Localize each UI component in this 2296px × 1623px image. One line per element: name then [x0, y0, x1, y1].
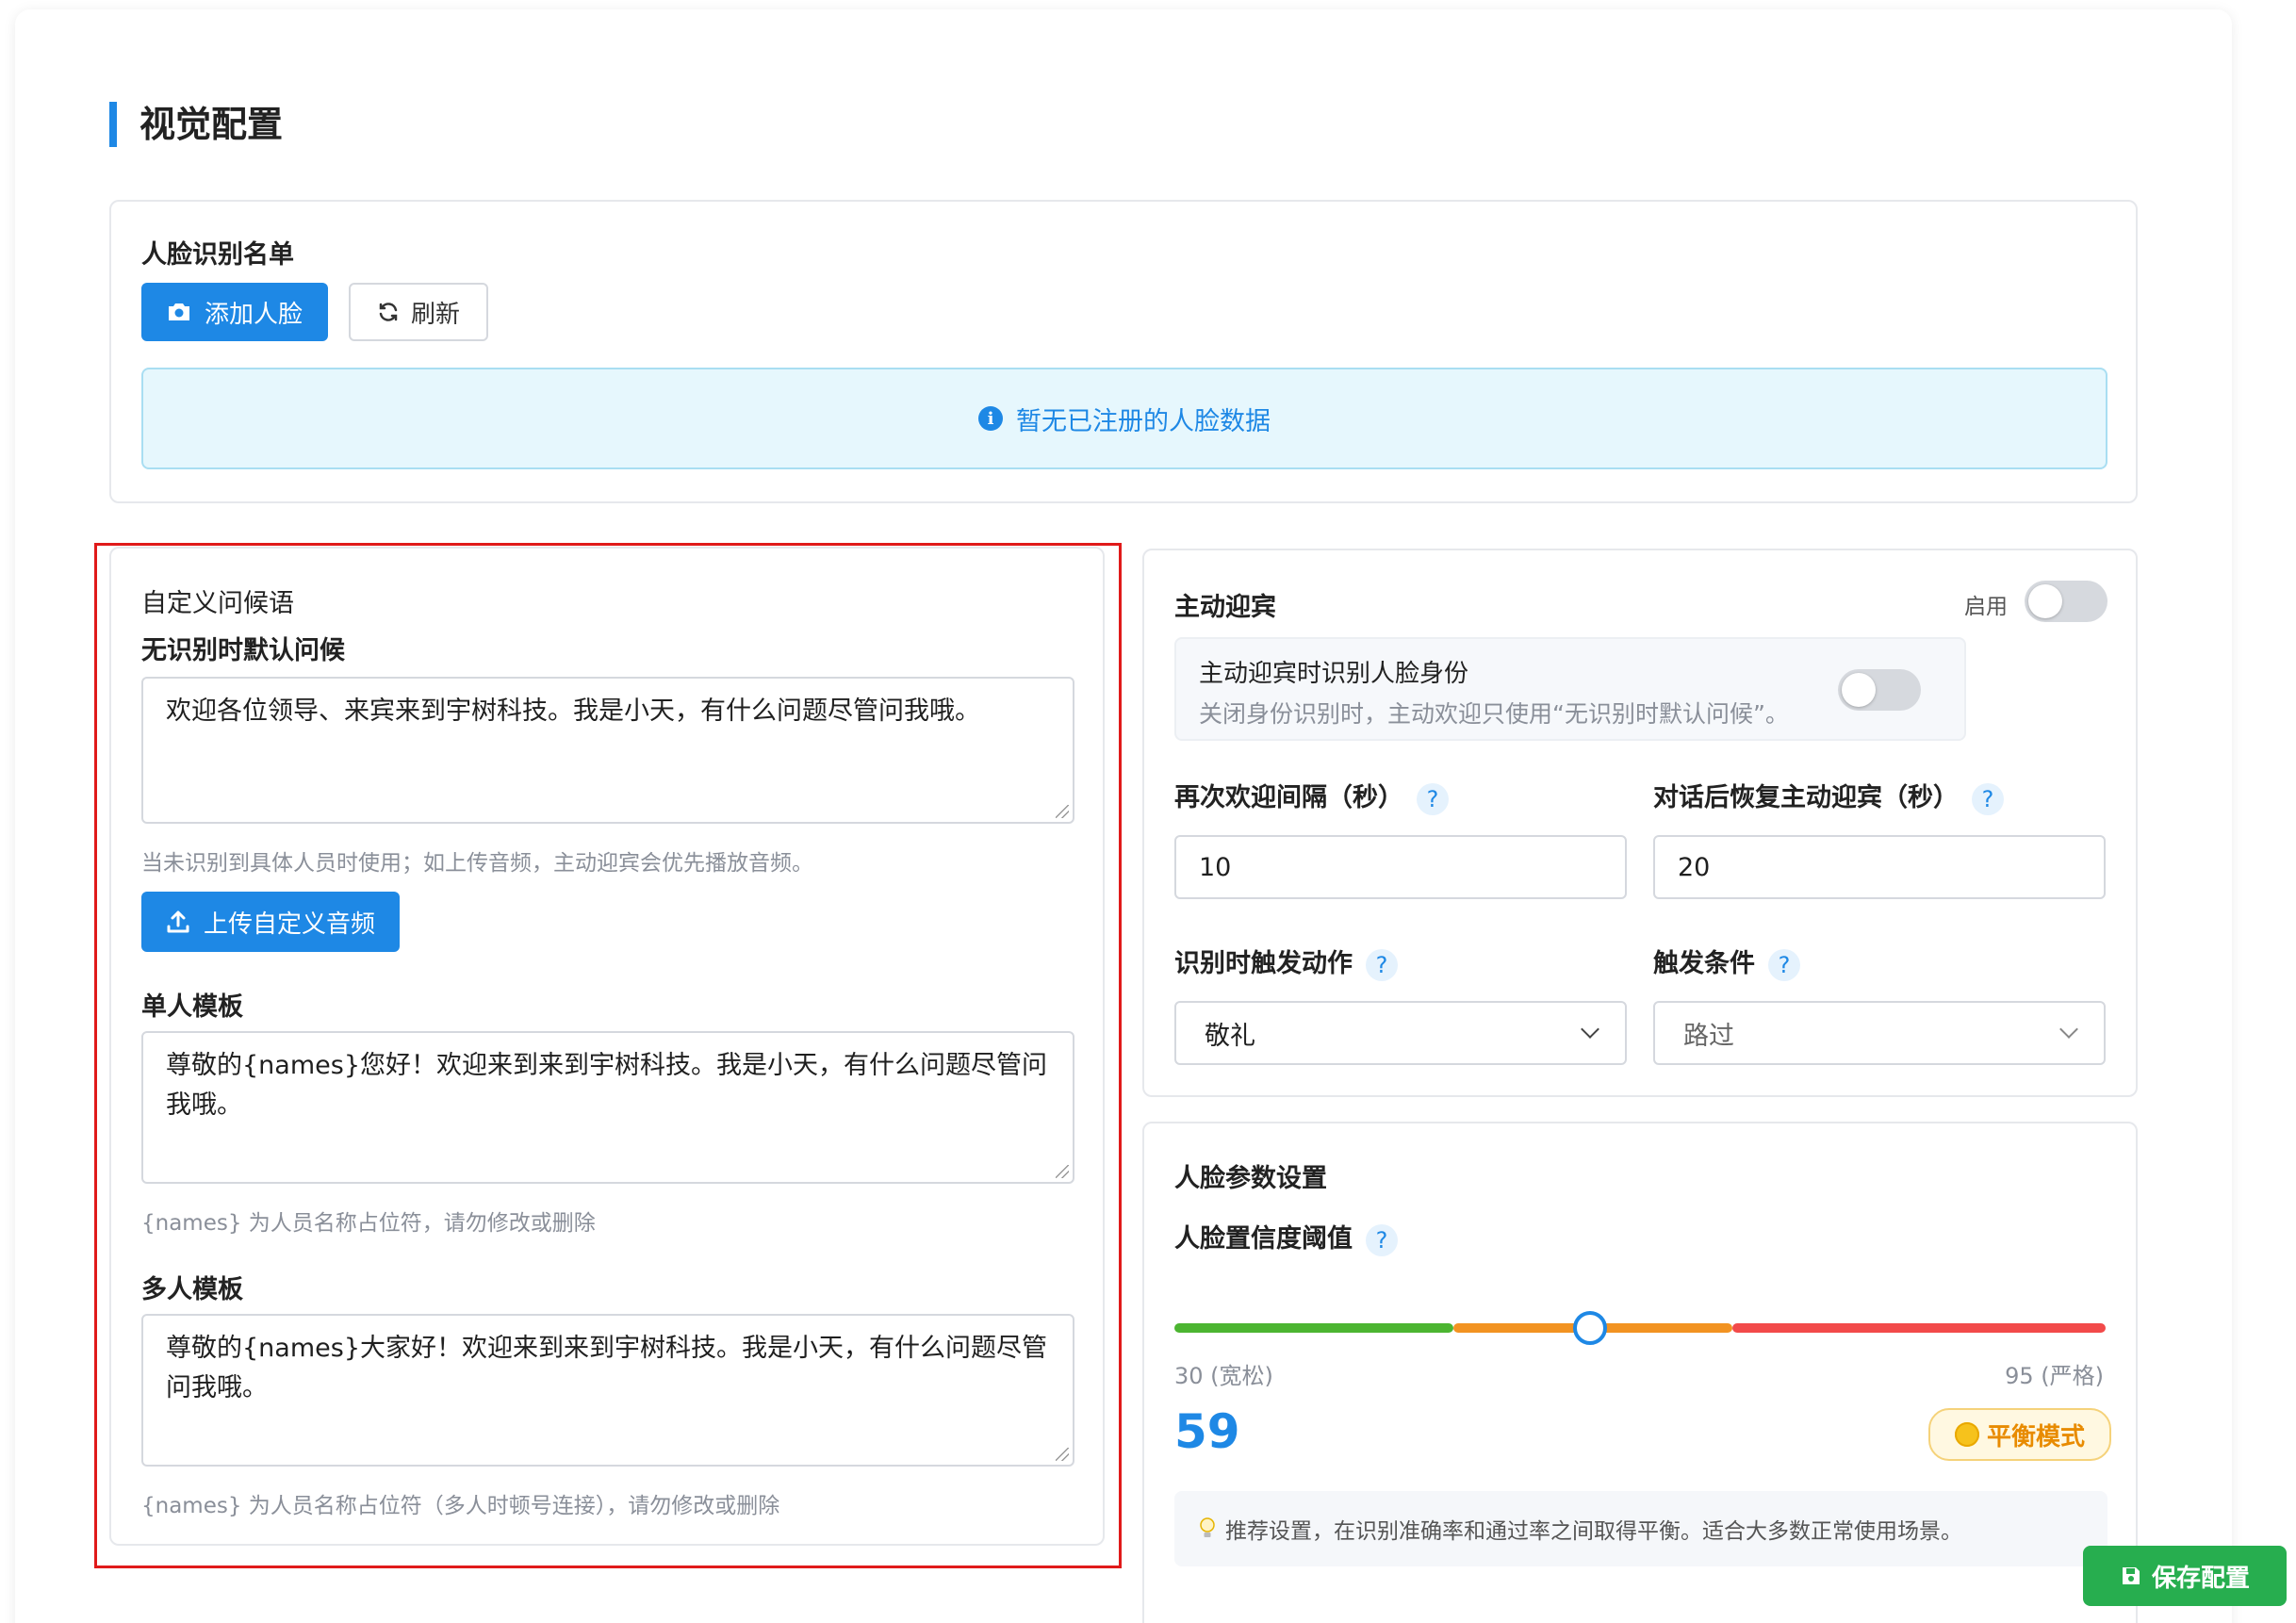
save-config-label: 保存配置	[2151, 1564, 2250, 1593]
add-face-button[interactable]: 添加人脸	[141, 283, 328, 341]
resize-handle[interactable]	[1056, 805, 1069, 818]
tip-box: 推荐设置，在识别准确率和通过率之间取得平衡。适合大多数正常使用场景。	[1174, 1491, 2107, 1566]
interval-value: 10	[1199, 852, 1232, 882]
face-list-card: 人脸识别名单 添加人脸 刷新 i 暂无已注册的人脸数据	[109, 200, 2138, 503]
identify-toggle[interactable]	[1838, 669, 1921, 711]
action-select[interactable]: 敬礼	[1174, 1001, 1627, 1065]
save-icon	[2122, 1567, 2140, 1584]
toggle-knob	[2028, 584, 2062, 618]
slider-track-high	[1732, 1323, 2106, 1333]
toggle-knob	[1842, 673, 1876, 707]
info-icon: i	[978, 406, 1003, 431]
default-greeting-text: 欢迎各位领导、来宾来到宇树科技。我是小天，有什么问题尽管问我哦。	[166, 697, 980, 726]
threshold-value: 59	[1174, 1404, 1240, 1459]
upload-audio-label: 上传自定义音频	[203, 910, 375, 939]
chevron-down-icon	[2059, 1020, 2078, 1039]
slider-track-low	[1174, 1323, 1453, 1333]
face-list-title: 人脸识别名单	[141, 240, 294, 270]
empty-notice: i 暂无已注册的人脸数据	[141, 368, 2107, 469]
default-greeting-label: 无识别时默认问候	[141, 636, 345, 665]
single-template-text: 尊敬的{names}您好！欢迎来到来到宇树科技。我是小天，有什么问题尽管问我哦。	[166, 1051, 1047, 1120]
action-select-value: 敬礼	[1205, 1021, 1255, 1051]
interval-label-text: 再次欢迎间隔（秒）	[1174, 783, 1403, 812]
identify-desc: 关闭身份识别时，主动欢迎只使用“无识别时默认问候”。	[1199, 700, 1789, 728]
lightbulb-icon	[1200, 1517, 1215, 1537]
slider-min-label: 30 (宽松)	[1174, 1363, 1273, 1389]
add-face-label: 添加人脸	[204, 300, 303, 329]
save-config-button[interactable]: 保存配置	[2083, 1546, 2287, 1606]
condition-select-value: 路过	[1683, 1021, 1734, 1051]
help-icon[interactable]: ?	[1366, 1223, 1398, 1256]
camera-icon	[168, 303, 189, 320]
help-icon[interactable]: ?	[1768, 948, 1800, 981]
tip-text: 推荐设置，在识别准确率和通过率之间取得平衡。适合大多数正常使用场景。	[1225, 1519, 1962, 1544]
refresh-label: 刷新	[410, 300, 460, 329]
single-template-label: 单人模板	[141, 992, 243, 1022]
resize-handle[interactable]	[1056, 1165, 1069, 1178]
empty-notice-text: 暂无已注册的人脸数据	[1016, 406, 1271, 436]
refresh-icon	[379, 303, 398, 321]
multi-template-textarea[interactable]: 尊敬的{names}大家好！欢迎来到来到宇树科技。我是小天，有什么问题尽管问我哦…	[141, 1314, 1074, 1467]
greeting-card: 自定义问候语 无识别时默认问候 欢迎各位领导、来宾来到宇树科技。我是小天，有什么…	[109, 547, 1105, 1546]
single-template-textarea[interactable]: 尊敬的{names}您好！欢迎来到来到宇树科技。我是小天，有什么问题尽管问我哦。	[141, 1031, 1074, 1184]
condition-select[interactable]: 路过	[1653, 1001, 2106, 1065]
upload-icon	[167, 910, 189, 933]
greeting-title: 自定义问候语	[141, 589, 294, 618]
default-greeting-textarea[interactable]: 欢迎各位领导、来宾来到宇树科技。我是小天，有什么问题尽管问我哦。	[141, 677, 1074, 824]
resume-label-text: 对话后恢复主动迎宾（秒）	[1653, 783, 1959, 812]
multi-template-hint: {names} 为人员名称占位符（多人时顿号连接），请勿修改或删除	[141, 1494, 780, 1518]
welcome-card: 主动迎宾 启用 主动迎宾时识别人脸身份 关闭身份识别时，主动欢迎只使用“无识别时…	[1142, 549, 2138, 1097]
resume-label: 对话后恢复主动迎宾（秒）?	[1653, 777, 2004, 815]
refresh-button[interactable]: 刷新	[349, 283, 488, 341]
mode-label: 平衡模式	[1987, 1422, 2086, 1451]
page-title: 视觉配置	[109, 102, 283, 147]
help-icon[interactable]: ?	[1417, 782, 1449, 815]
welcome-enable-toggle[interactable]	[2025, 581, 2107, 622]
upload-audio-button[interactable]: 上传自定义音频	[141, 892, 400, 952]
action-label: 识别时触发动作?	[1174, 943, 1398, 981]
help-icon[interactable]: ?	[1972, 782, 2004, 815]
multi-template-label: 多人模板	[141, 1275, 243, 1304]
identify-panel: 主动迎宾时识别人脸身份 关闭身份识别时，主动欢迎只使用“无识别时默认问候”。	[1174, 637, 1966, 741]
action-label-text: 识别时触发动作	[1174, 949, 1353, 978]
interval-input[interactable]: 10	[1174, 835, 1627, 899]
interval-label: 再次欢迎间隔（秒）?	[1174, 777, 1449, 815]
condition-label: 触发条件?	[1653, 943, 1800, 981]
threshold-label-text: 人脸置信度阈值	[1174, 1224, 1353, 1254]
help-icon[interactable]: ?	[1366, 948, 1398, 981]
resume-value: 20	[1678, 852, 1711, 882]
threshold-slider-thumb[interactable]	[1572, 1311, 1607, 1345]
resize-handle[interactable]	[1056, 1448, 1069, 1461]
balance-dot-icon	[1955, 1422, 1979, 1447]
face-params-card: 人脸参数设置 人脸置信度阈值? 30 (宽松) 95 (严格) 59 平衡模式 …	[1142, 1122, 2138, 1623]
slider-max-label: 95 (严格)	[2005, 1363, 2104, 1389]
resume-input[interactable]: 20	[1653, 835, 2106, 899]
threshold-label: 人脸置信度阈值?	[1174, 1218, 1398, 1256]
welcome-title: 主动迎宾	[1174, 593, 1276, 622]
mode-badge: 平衡模式	[1928, 1408, 2112, 1461]
condition-label-text: 触发条件	[1653, 949, 1755, 978]
chevron-down-icon	[1581, 1020, 1599, 1039]
single-template-hint: {names} 为人员名称占位符，请勿修改或删除	[141, 1211, 596, 1236]
default-greeting-hint: 当未识别到具体人员时使用；如上传音频，主动迎宾会优先播放音频。	[141, 851, 813, 876]
face-params-title: 人脸参数设置	[1174, 1164, 1327, 1193]
multi-template-text: 尊敬的{names}大家好！欢迎来到来到宇树科技。我是小天，有什么问题尽管问我哦…	[166, 1334, 1047, 1402]
enable-label: 启用	[1964, 595, 2008, 619]
identify-title: 主动迎宾时识别人脸身份	[1199, 660, 1469, 688]
